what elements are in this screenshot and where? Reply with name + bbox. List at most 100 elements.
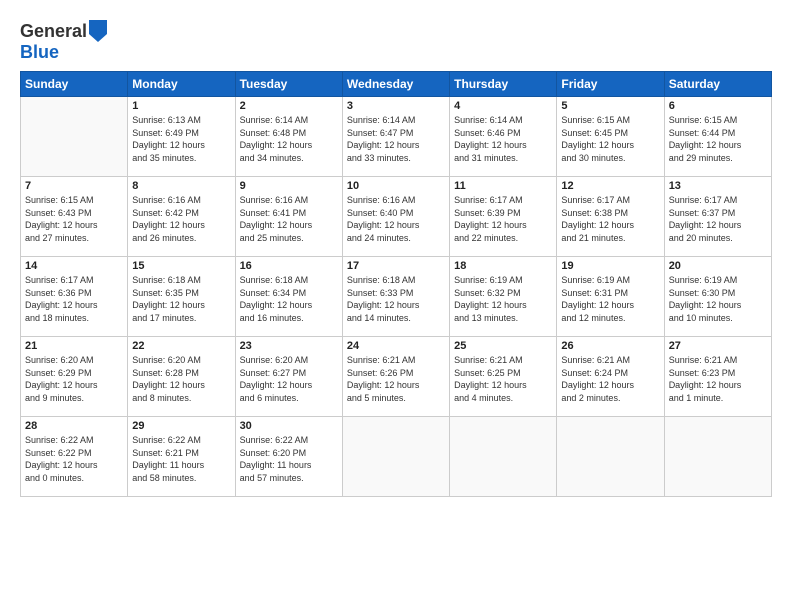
day-number: 25 [454,340,552,352]
header-cell-monday: Monday [128,72,235,97]
day-number: 22 [132,340,230,352]
day-info: Sunrise: 6:21 AM Sunset: 6:23 PM Dayligh… [669,354,767,404]
day-number: 8 [132,180,230,192]
header: General Blue [20,16,772,63]
day-number: 11 [454,180,552,192]
day-info: Sunrise: 6:16 AM Sunset: 6:40 PM Dayligh… [347,194,445,244]
day-info: Sunrise: 6:19 AM Sunset: 6:30 PM Dayligh… [669,274,767,324]
day-info: Sunrise: 6:18 AM Sunset: 6:33 PM Dayligh… [347,274,445,324]
day-number: 7 [25,180,123,192]
header-row: SundayMondayTuesdayWednesdayThursdayFrid… [21,72,772,97]
day-cell: 6 Sunrise: 6:15 AM Sunset: 6:44 PM Daylig… [664,97,771,177]
day-cell: 12Sunrise: 6:17 AM Sunset: 6:38 PM Dayli… [557,177,664,257]
day-cell: 11 Sunrise: 6:17 AM Sunset: 6:39 PM Dayli… [450,177,557,257]
day-number: 9 [240,180,338,192]
day-number: 28 [25,420,123,432]
day-info: Sunrise: 6:18 AM Sunset: 6:35 PM Dayligh… [132,274,230,324]
day-cell: 8 Sunrise: 6:16 AM Sunset: 6:42 PM Daylig… [128,177,235,257]
day-info: Sunrise: 6:14 AM Sunset: 6:46 PM Dayligh… [454,114,552,164]
day-cell: 18Sunrise: 6:19 AM Sunset: 6:32 PM Dayli… [450,257,557,337]
day-number: 3 [347,100,445,112]
day-info: Sunrise: 6:21 AM Sunset: 6:24 PM Dayligh… [561,354,659,404]
day-number: 26 [561,340,659,352]
day-info: Sunrise: 6:21 AM Sunset: 6:25 PM Dayligh… [454,354,552,404]
day-cell: 4 Sunrise: 6:14 AM Sunset: 6:46 PM Daylig… [450,97,557,177]
logo-general-text: General [20,21,87,42]
day-cell [557,417,664,497]
day-info: Sunrise: 6:17 AM Sunset: 6:38 PM Dayligh… [561,194,659,244]
week-row-3: 14 Sunrise: 6:17 AM Sunset: 6:36 PM Dayli… [21,257,772,337]
day-cell [664,417,771,497]
day-cell: 9Sunrise: 6:16 AM Sunset: 6:41 PM Daylig… [235,177,342,257]
logo-blue-text: Blue [20,42,59,62]
header-cell-sunday: Sunday [21,72,128,97]
day-info: Sunrise: 6:20 AM Sunset: 6:27 PM Dayligh… [240,354,338,404]
header-cell-tuesday: Tuesday [235,72,342,97]
day-cell: 10 Sunrise: 6:16 AM Sunset: 6:40 PM Dayli… [342,177,449,257]
day-cell: 22 Sunrise: 6:20 AM Sunset: 6:28 PM Dayli… [128,337,235,417]
week-row-2: 7 Sunrise: 6:15 AM Sunset: 6:43 PM Daylig… [21,177,772,257]
day-cell [21,97,128,177]
day-info: Sunrise: 6:15 AM Sunset: 6:43 PM Dayligh… [25,194,123,244]
day-info: Sunrise: 6:13 AM Sunset: 6:49 PM Dayligh… [132,114,230,164]
day-info: Sunrise: 6:17 AM Sunset: 6:36 PM Dayligh… [25,274,123,324]
day-number: 17 [347,260,445,272]
day-info: Sunrise: 6:16 AM Sunset: 6:42 PM Dayligh… [132,194,230,244]
day-info: Sunrise: 6:22 AM Sunset: 6:22 PM Dayligh… [25,434,123,484]
day-info: Sunrise: 6:17 AM Sunset: 6:37 PM Dayligh… [669,194,767,244]
day-number: 5 [561,100,659,112]
day-cell: 21 Sunrise: 6:20 AM Sunset: 6:29 PM Dayli… [21,337,128,417]
day-info: Sunrise: 6:22 AM Sunset: 6:21 PM Dayligh… [132,434,230,484]
header-cell-saturday: Saturday [664,72,771,97]
day-number: 2 [240,100,338,112]
day-number: 10 [347,180,445,192]
header-cell-thursday: Thursday [450,72,557,97]
day-cell: 23 Sunrise: 6:20 AM Sunset: 6:27 PM Dayli… [235,337,342,417]
day-number: 24 [347,340,445,352]
day-number: 16 [240,260,338,272]
week-row-4: 21 Sunrise: 6:20 AM Sunset: 6:29 PM Dayli… [21,337,772,417]
day-info: Sunrise: 6:20 AM Sunset: 6:28 PM Dayligh… [132,354,230,404]
header-cell-wednesday: Wednesday [342,72,449,97]
day-number: 13 [669,180,767,192]
logo-icon [89,20,107,42]
day-cell: 1Sunrise: 6:13 AM Sunset: 6:49 PM Daylig… [128,97,235,177]
day-cell: 7 Sunrise: 6:15 AM Sunset: 6:43 PM Daylig… [21,177,128,257]
page: General Blue SundayMondayTuesdayWednesda… [0,0,792,612]
week-row-5: 28 Sunrise: 6:22 AM Sunset: 6:22 PM Dayli… [21,417,772,497]
day-info: Sunrise: 6:14 AM Sunset: 6:47 PM Dayligh… [347,114,445,164]
header-cell-friday: Friday [557,72,664,97]
day-info: Sunrise: 6:20 AM Sunset: 6:29 PM Dayligh… [25,354,123,404]
day-number: 30 [240,420,338,432]
day-info: Sunrise: 6:21 AM Sunset: 6:26 PM Dayligh… [347,354,445,404]
day-number: 4 [454,100,552,112]
day-cell: 16Sunrise: 6:18 AM Sunset: 6:34 PM Dayli… [235,257,342,337]
day-number: 29 [132,420,230,432]
day-number: 18 [454,260,552,272]
day-cell: 14 Sunrise: 6:17 AM Sunset: 6:36 PM Dayli… [21,257,128,337]
day-info: Sunrise: 6:15 AM Sunset: 6:45 PM Dayligh… [561,114,659,164]
day-cell: 20Sunrise: 6:19 AM Sunset: 6:30 PM Dayli… [664,257,771,337]
day-info: Sunrise: 6:22 AM Sunset: 6:20 PM Dayligh… [240,434,338,484]
day-cell [342,417,449,497]
day-info: Sunrise: 6:17 AM Sunset: 6:39 PM Dayligh… [454,194,552,244]
day-cell: 25 Sunrise: 6:21 AM Sunset: 6:25 PM Dayli… [450,337,557,417]
day-number: 27 [669,340,767,352]
day-cell: 13 Sunrise: 6:17 AM Sunset: 6:37 PM Dayli… [664,177,771,257]
day-cell: 29 Sunrise: 6:22 AM Sunset: 6:21 PM Dayli… [128,417,235,497]
day-cell: 5 Sunrise: 6:15 AM Sunset: 6:45 PM Daylig… [557,97,664,177]
day-info: Sunrise: 6:14 AM Sunset: 6:48 PM Dayligh… [240,114,338,164]
day-number: 15 [132,260,230,272]
day-number: 14 [25,260,123,272]
day-number: 21 [25,340,123,352]
calendar-body: 1Sunrise: 6:13 AM Sunset: 6:49 PM Daylig… [21,97,772,497]
day-number: 23 [240,340,338,352]
day-cell: 3 Sunrise: 6:14 AM Sunset: 6:47 PM Daylig… [342,97,449,177]
week-row-1: 1Sunrise: 6:13 AM Sunset: 6:49 PM Daylig… [21,97,772,177]
day-cell: 24 Sunrise: 6:21 AM Sunset: 6:26 PM Dayli… [342,337,449,417]
day-number: 6 [669,100,767,112]
day-cell: 17 Sunrise: 6:18 AM Sunset: 6:33 PM Dayli… [342,257,449,337]
day-cell: 15 Sunrise: 6:18 AM Sunset: 6:35 PM Dayli… [128,257,235,337]
day-info: Sunrise: 6:15 AM Sunset: 6:44 PM Dayligh… [669,114,767,164]
day-info: Sunrise: 6:19 AM Sunset: 6:31 PM Dayligh… [561,274,659,324]
